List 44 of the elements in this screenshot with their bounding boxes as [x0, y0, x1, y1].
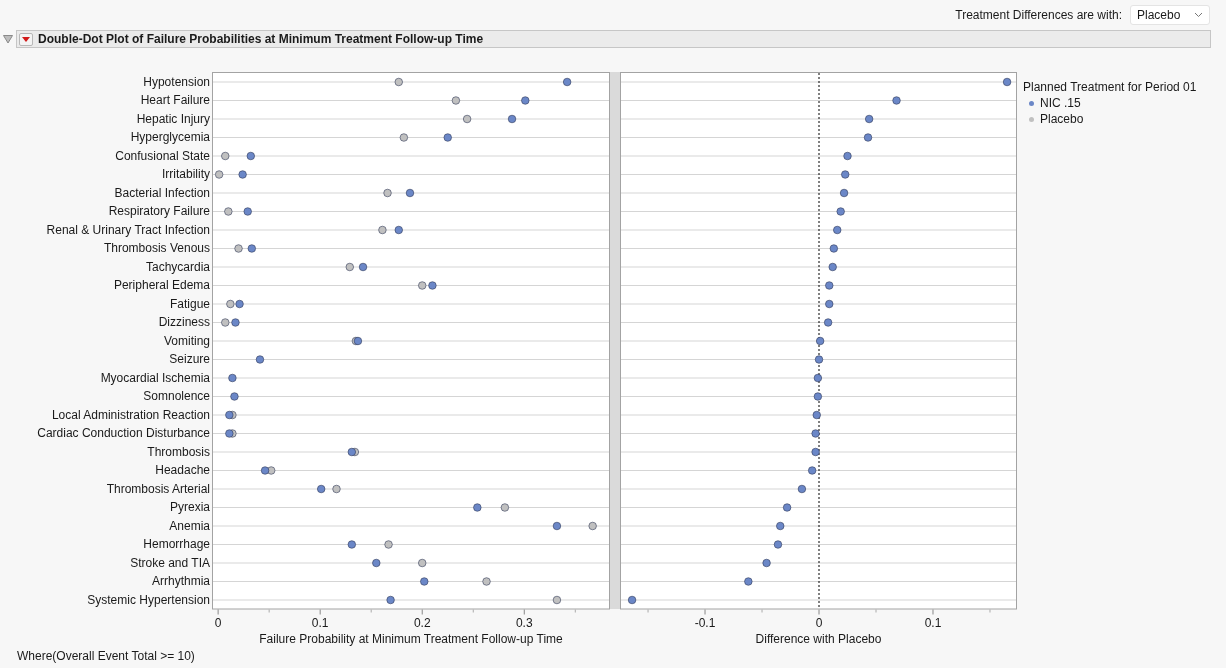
category-label: Local Administration Reaction [51, 406, 210, 424]
category-label: Irritability [162, 166, 210, 184]
category-label: Bacterial Infection [114, 184, 210, 202]
category-label: Anemia [169, 517, 210, 535]
axis-tick-label: 0 [815, 615, 823, 630]
axis-tick-label: 0 [214, 615, 222, 630]
category-label: Vomiting [163, 332, 210, 350]
category-label: Myocardial Ischemia [100, 369, 210, 387]
axis-title: Difference with Placebo [755, 631, 882, 646]
category-label: Thrombosis Arterial [106, 480, 210, 498]
category-label: Cardiac Conduction Disturbance [37, 425, 210, 443]
category-label: Headache [155, 462, 210, 480]
axis-tick-label: 0.3 [515, 615, 533, 630]
category-label: Thrombosis Venous [103, 240, 210, 258]
category-label: Dizziness [158, 314, 210, 332]
legend-label: NIC .15 [1040, 96, 1081, 110]
category-label: Systemic Hypertension [87, 591, 210, 609]
axis-tick-label: 0.1 [311, 615, 329, 630]
category-label: Heart Failure [140, 92, 210, 110]
category-label: Somnolence [143, 388, 210, 406]
category-label: Hepatic Injury [136, 110, 210, 128]
legend-label: Placebo [1040, 112, 1084, 126]
category-label: Hemorrhage [143, 536, 210, 554]
category-label: Stroke and TIA [130, 554, 210, 572]
category-label: Arrhythmia [152, 573, 210, 591]
category-label: Hypotension [143, 73, 210, 91]
category-label: Thrombosis [147, 443, 210, 461]
category-label: Renal & Urinary Tract Infection [46, 221, 210, 239]
axis-tick-label: 0.1 [924, 615, 942, 630]
category-label: Respiratory Failure [108, 203, 210, 221]
axis-title: Failure Probability at Minimum Treatment Follow-up Time [259, 631, 563, 646]
category-label: Peripheral Edema [113, 277, 210, 295]
category-label: Seizure [169, 351, 210, 369]
axis-tick-label: -0.1 [694, 615, 716, 630]
legend-title: Planned Treatment for Period 01 [1023, 80, 1197, 94]
report-title: Double-Dot Plot of Failure Probabilities at Minimum Treatment Follow-up Time [38, 32, 484, 46]
category-label: Pyrexia [170, 499, 210, 517]
filter-caption: Where(Overall Event Total >= 10) [16, 648, 196, 663]
category-label: Tachycardia [145, 258, 210, 276]
dropdown-label: Treatment Differences are with: [955, 8, 1122, 22]
category-label: Fatigue [169, 295, 210, 313]
category-label: Confusional State [115, 147, 210, 165]
category-label: Hyperglycemia [130, 129, 210, 147]
axis-tick-label: 0.2 [413, 615, 431, 630]
